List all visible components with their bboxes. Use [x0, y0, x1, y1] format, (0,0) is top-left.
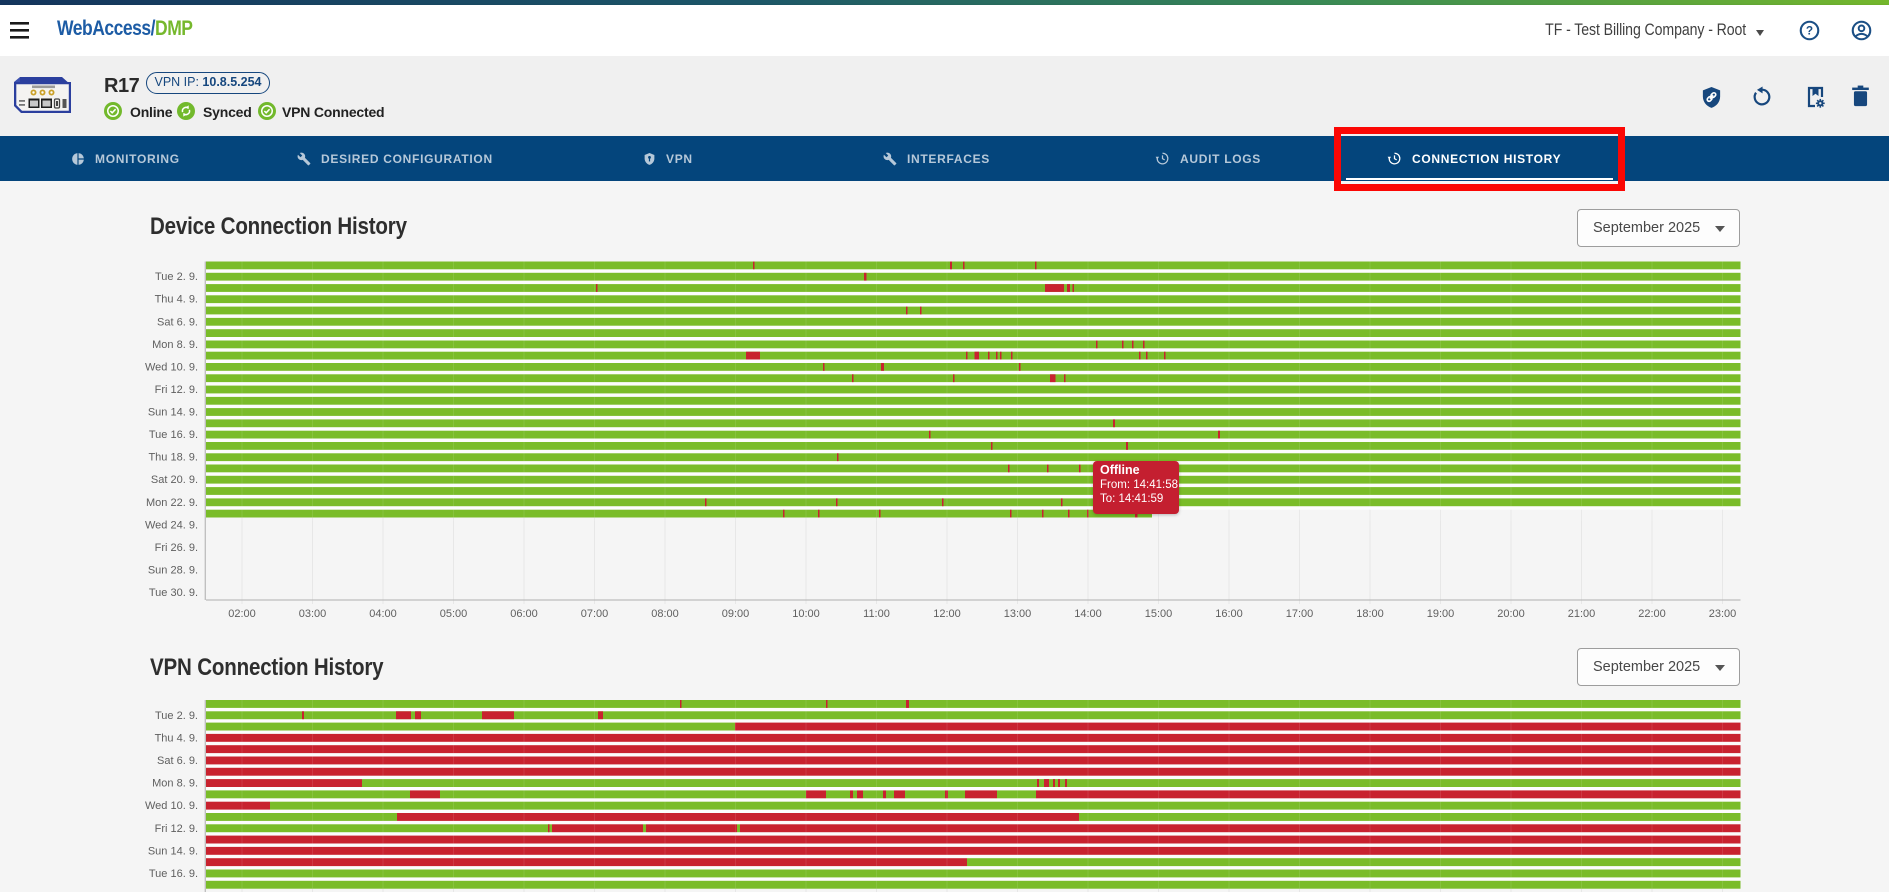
svg-text:11:00: 11:00 [863, 608, 890, 620]
svg-text:22:00: 22:00 [1638, 608, 1666, 620]
svg-text:23:00: 23:00 [1709, 608, 1737, 620]
svg-text:Sun 28. 9.: Sun 28. 9. [148, 565, 198, 577]
svg-text:16:00: 16:00 [1215, 608, 1243, 620]
svg-text:13:00: 13:00 [1004, 608, 1032, 620]
svg-text:Thu 18. 9.: Thu 18. 9. [148, 452, 198, 464]
svg-text:Mon 22. 9.: Mon 22. 9. [146, 497, 198, 509]
svg-text:Tue 2. 9.: Tue 2. 9. [155, 710, 198, 722]
svg-text:Tue 30. 9.: Tue 30. 9. [149, 587, 198, 599]
svg-text:Wed 24. 9.: Wed 24. 9. [145, 519, 198, 531]
svg-text:19:00: 19:00 [1427, 608, 1455, 620]
svg-text:17:00: 17:00 [1286, 608, 1314, 620]
svg-text:04:00: 04:00 [369, 608, 397, 620]
svg-text:Thu 4. 9.: Thu 4. 9. [155, 732, 198, 744]
svg-text:Thu 4. 9.: Thu 4. 9. [155, 294, 198, 306]
svg-text:18:00: 18:00 [1356, 608, 1384, 620]
svg-text:Sat 6. 9.: Sat 6. 9. [157, 755, 198, 767]
svg-text:Tue 16. 9.: Tue 16. 9. [149, 429, 198, 441]
svg-text:07:00: 07:00 [581, 608, 609, 620]
svg-text:21:00: 21:00 [1568, 608, 1596, 620]
svg-text:15:00: 15:00 [1145, 608, 1173, 620]
svg-text:Wed 10. 9.: Wed 10. 9. [145, 800, 198, 812]
svg-text:06:00: 06:00 [510, 608, 538, 620]
svg-text:Tue 16. 9.: Tue 16. 9. [149, 868, 198, 880]
svg-text:05:00: 05:00 [440, 608, 468, 620]
svg-text:Mon 8. 9.: Mon 8. 9. [152, 339, 198, 351]
svg-text:Sat 6. 9.: Sat 6. 9. [157, 316, 198, 328]
svg-text:Sun 14. 9.: Sun 14. 9. [148, 845, 198, 857]
svg-text:03:00: 03:00 [299, 608, 327, 620]
svg-text:Sat 20. 9.: Sat 20. 9. [151, 474, 198, 486]
svg-text:Mon 8. 9.: Mon 8. 9. [152, 778, 198, 790]
svg-text:Fri 12. 9.: Fri 12. 9. [155, 823, 198, 835]
svg-text:Sun 14. 9.: Sun 14. 9. [148, 407, 198, 419]
svg-text:Fri 26. 9.: Fri 26. 9. [155, 542, 198, 554]
svg-text:Wed 10. 9.: Wed 10. 9. [145, 361, 198, 373]
svg-text:09:00: 09:00 [722, 608, 750, 620]
svg-text:Tue 2. 9.: Tue 2. 9. [155, 271, 198, 283]
svg-text:02:00: 02:00 [228, 608, 256, 620]
svg-text:08:00: 08:00 [651, 608, 679, 620]
svg-text:10:00: 10:00 [792, 608, 820, 620]
svg-text:12:00: 12:00 [933, 608, 961, 620]
svg-text:Fri 12. 9.: Fri 12. 9. [155, 384, 198, 396]
svg-text:14:00: 14:00 [1074, 608, 1102, 620]
svg-text:20:00: 20:00 [1497, 608, 1525, 620]
